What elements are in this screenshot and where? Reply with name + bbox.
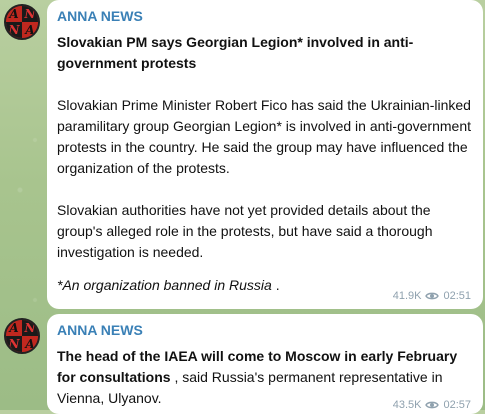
channel-name[interactable]: ANNA NEWS: [57, 8, 471, 24]
channel-avatar[interactable]: A N N A: [4, 4, 40, 40]
view-count: 43.5K: [392, 399, 422, 411]
message-meta: 43.5K 02:57: [393, 399, 471, 411]
avatar-letter: A: [22, 336, 38, 352]
message-bubble[interactable]: ANNA NEWS Slovakian PM says Georgian Leg…: [47, 0, 483, 309]
channel-name[interactable]: ANNA NEWS: [57, 322, 471, 338]
view-count: 41.9K: [392, 290, 422, 302]
message-paragraph: Slovakian Prime Minister Robert Fico has…: [57, 97, 472, 176]
eye-icon: [425, 401, 440, 409]
message-time: 02:57: [443, 399, 471, 411]
avatar-letter: N: [22, 320, 38, 336]
message-bubble[interactable]: ANNA NEWS The head of the IAEA will come…: [47, 314, 483, 414]
channel-avatar[interactable]: A N N A: [4, 318, 40, 354]
footnote-text: *An organization banned in Russia: [57, 277, 272, 293]
message-paragraph: Slovakian authorities have not yet provi…: [57, 202, 433, 260]
message-meta: 41.9K 02:51: [393, 290, 471, 302]
avatar-letter: N: [6, 22, 22, 38]
avatar-letter: A: [6, 6, 22, 22]
avatar-letter: A: [22, 22, 38, 38]
avatar-letter: N: [22, 6, 38, 22]
eye-icon: [425, 292, 440, 300]
message-headline: Slovakian PM says Georgian Legion* invol…: [57, 34, 414, 71]
avatar-letter: A: [6, 320, 22, 336]
message-time: 02:51: [443, 290, 471, 302]
avatar-letter: N: [6, 336, 22, 352]
footnote-suffix: .: [271, 277, 280, 293]
